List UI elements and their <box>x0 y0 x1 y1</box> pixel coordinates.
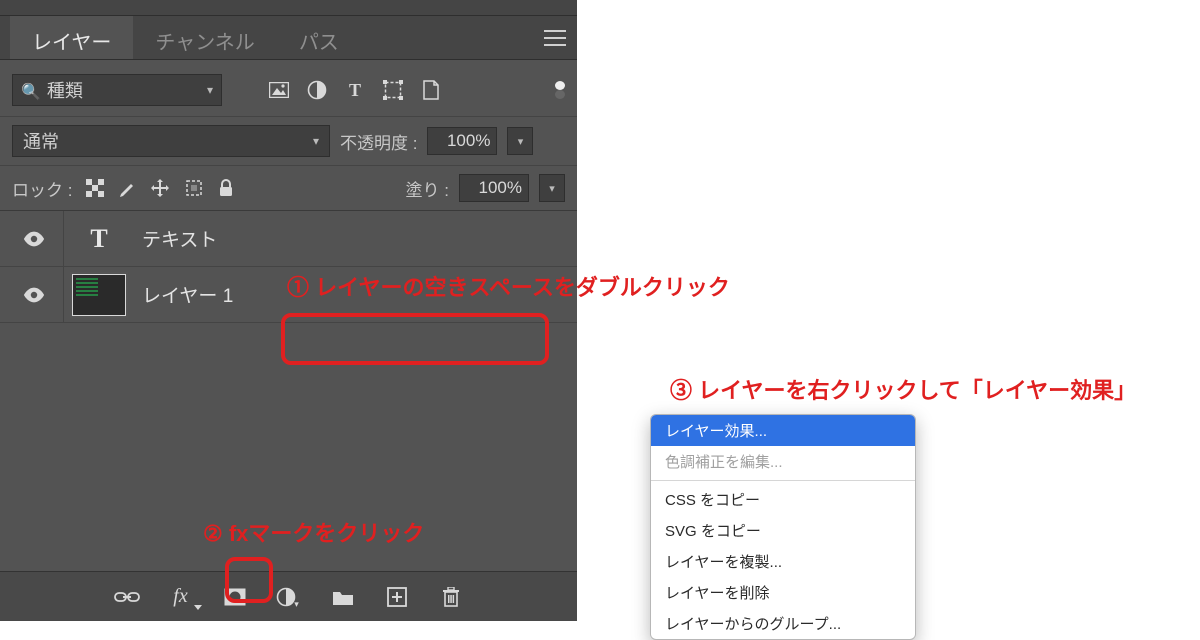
ctx-item-group-from-layers[interactable]: レイヤーからのグループ... <box>651 608 915 639</box>
annotation-text-2: ② fxマークをクリック <box>203 516 424 548</box>
panel-menu-icon[interactable] <box>533 16 577 59</box>
blend-mode-select[interactable]: 通常 ▾ <box>12 125 330 157</box>
filter-type-icons: T <box>268 79 442 101</box>
ctx-item-edit-adjustment: 色調補正を編集... <box>651 446 915 477</box>
new-layer-icon[interactable] <box>382 582 412 612</box>
annotation-text-1: ① レイヤーの空きスペースをダブルクリック <box>287 270 730 302</box>
filter-shape-icon[interactable] <box>382 79 404 101</box>
lock-artboard-icon[interactable] <box>184 178 204 198</box>
ctx-separator <box>651 480 915 481</box>
opacity-dropdown[interactable]: ▾ <box>507 127 533 155</box>
filter-kind-select[interactable]: 🔍 種類 ▾ <box>12 74 222 106</box>
new-group-icon[interactable] <box>328 582 358 612</box>
tab-channels[interactable]: チャンネル <box>133 16 276 59</box>
filter-text-icon[interactable]: T <box>344 79 366 101</box>
visibility-toggle[interactable] <box>4 267 64 322</box>
image-thumb-icon <box>64 267 134 322</box>
filter-adjustment-icon[interactable] <box>306 79 328 101</box>
visibility-toggle[interactable] <box>4 211 64 266</box>
blend-mode-value: 通常 <box>23 128 59 154</box>
tab-layers[interactable]: レイヤー <box>10 16 133 59</box>
panel-top-spacer <box>0 0 577 16</box>
delete-layer-icon[interactable] <box>436 582 466 612</box>
lock-label: ロック : <box>12 176 72 201</box>
filter-kind-label: 種類 <box>47 81 83 101</box>
fill-value-field[interactable]: 100% <box>459 174 529 202</box>
layer-name-label: レイヤー 1 <box>134 281 233 308</box>
layer-row-text[interactable]: T テキスト <box>0 211 577 267</box>
fill-dropdown[interactable]: ▾ <box>539 174 565 202</box>
ctx-item-layer-effects[interactable]: レイヤー効果... <box>651 415 915 446</box>
ctx-item-delete-layer[interactable]: レイヤーを削除 <box>651 577 915 608</box>
ctx-item-copy-svg[interactable]: SVG をコピー <box>651 515 915 546</box>
filter-pixel-icon[interactable] <box>268 79 290 101</box>
layer-list: T テキスト レイヤー 1 <box>0 211 577 323</box>
ctx-item-copy-css[interactable]: CSS をコピー <box>651 484 915 515</box>
fill-label: 塗り : <box>406 176 449 201</box>
layer-context-menu: レイヤー効果... 色調補正を編集... CSS をコピー SVG をコピー レ… <box>650 414 916 640</box>
search-icon: 🔍 <box>21 84 41 101</box>
type-thumb-icon: T <box>64 211 134 266</box>
lock-pixels-icon[interactable] <box>118 179 136 197</box>
annotation-text-3: ③ レイヤーを右クリックして「レイヤー効果」 <box>670 373 1136 405</box>
layer-name-label: テキスト <box>134 225 217 252</box>
chevron-down-icon: ▾ <box>207 83 213 97</box>
fx-effects-icon[interactable]: fx <box>166 582 196 612</box>
blend-mode-row: 通常 ▾ 不透明度 : 100% ▾ <box>0 117 577 166</box>
link-layers-icon[interactable] <box>112 582 142 612</box>
lock-all-icon[interactable] <box>218 179 234 197</box>
ctx-item-duplicate-layer[interactable]: レイヤーを複製... <box>651 546 915 577</box>
tab-paths[interactable]: パス <box>277 16 361 59</box>
lock-transparency-icon[interactable] <box>86 179 104 197</box>
add-mask-icon[interactable] <box>220 582 250 612</box>
layer-filter-row: 🔍 種類 ▾ T <box>0 60 577 117</box>
opacity-label: 不透明度 : <box>340 129 417 154</box>
lock-row: ロック : 塗り : 100% ▾ <box>0 166 577 211</box>
filter-toggle-switch[interactable] <box>555 79 565 101</box>
lock-position-icon[interactable] <box>150 178 170 198</box>
layer-bottom-toolbar: fx ▾ <box>0 571 577 621</box>
adjustment-layer-icon[interactable]: ▾ <box>274 582 304 612</box>
panel-tabs: レイヤー チャンネル パス <box>0 16 577 60</box>
chevron-down-icon: ▾ <box>313 134 319 148</box>
opacity-value-field[interactable]: 100% <box>427 127 497 155</box>
filter-smartobject-icon[interactable] <box>420 79 442 101</box>
